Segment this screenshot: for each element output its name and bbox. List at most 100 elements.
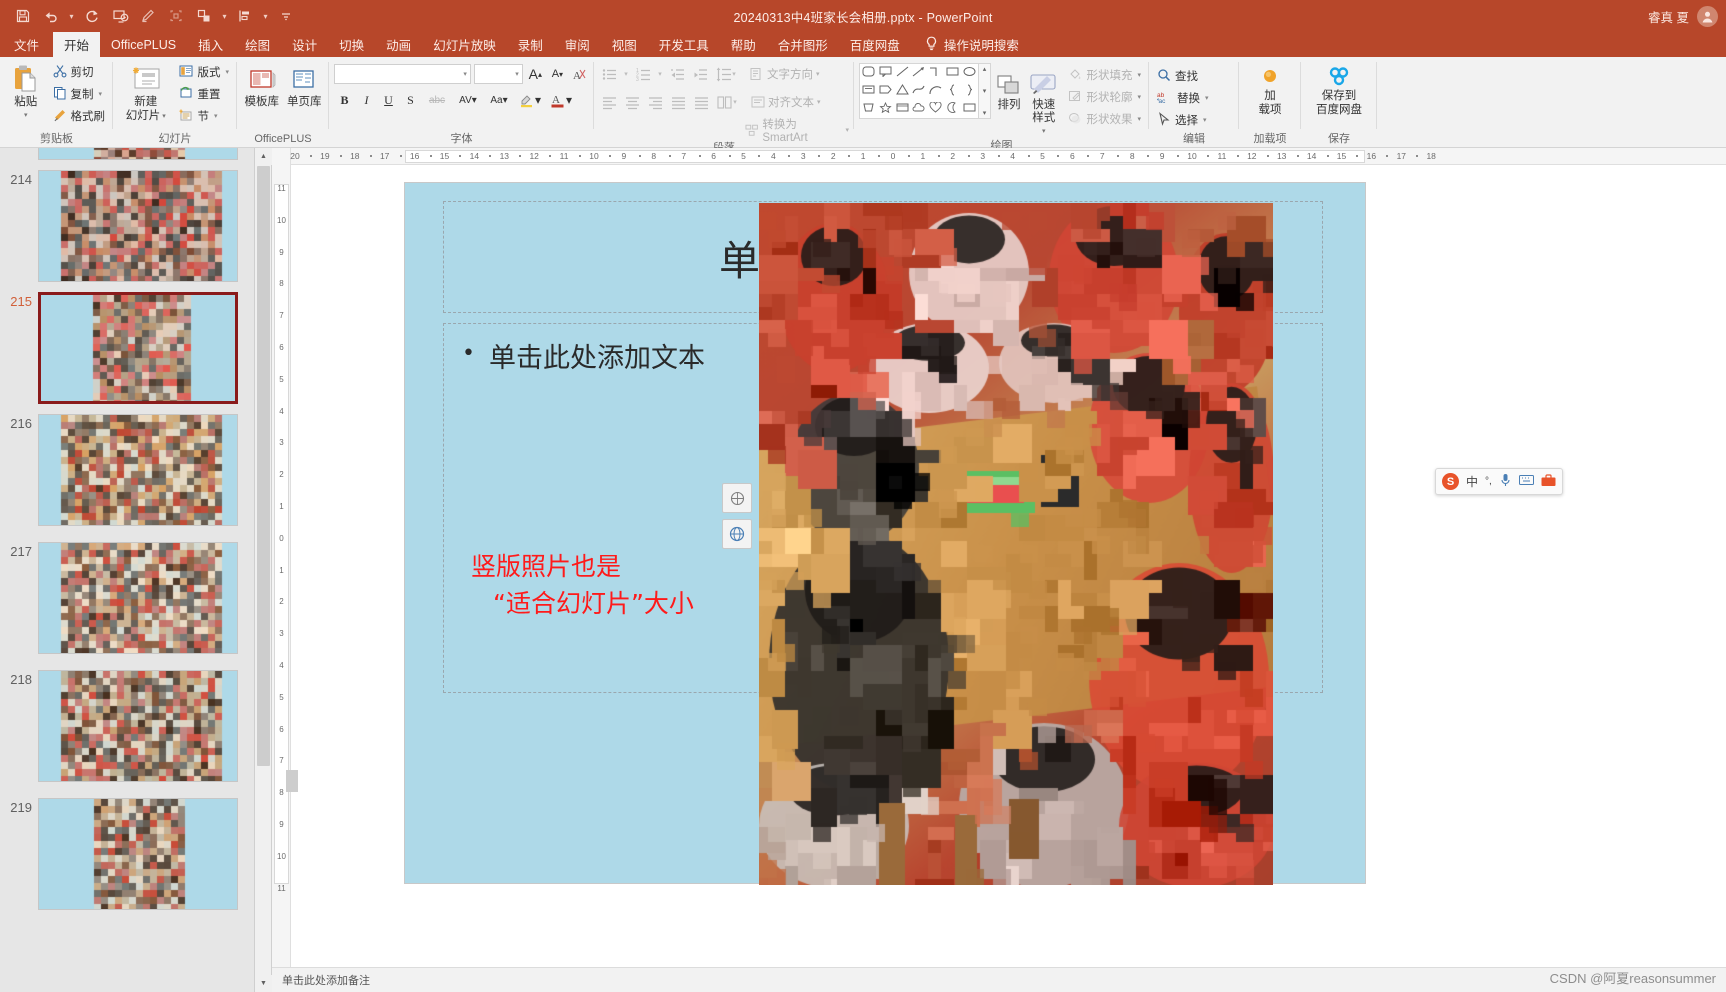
- tab-baidu-netdisk[interactable]: 百度网盘: [839, 32, 911, 57]
- shape-brace-left-icon[interactable]: [948, 84, 957, 99]
- bullets-dropdown-icon[interactable]: ▾: [622, 64, 630, 84]
- shape-brace-right-icon[interactable]: [965, 84, 974, 99]
- ime-mode-label[interactable]: 中: [1466, 473, 1478, 490]
- shapes-gallery-scrollbar[interactable]: ▴ ▾ ▾: [979, 63, 991, 119]
- thumbnail[interactable]: [38, 414, 238, 526]
- underline-button[interactable]: U: [378, 90, 399, 110]
- shape-curve-icon[interactable]: [912, 84, 925, 98]
- font-color-button[interactable]: A ▾: [546, 90, 576, 110]
- thumbnail[interactable]: [38, 670, 238, 782]
- tab-developer[interactable]: 开发工具: [648, 32, 720, 57]
- align-text-group[interactable]: 对齐文本 ▾: [743, 92, 821, 112]
- shape-star-icon[interactable]: [879, 101, 892, 116]
- distribute-button[interactable]: [691, 92, 711, 112]
- thumbnail[interactable]: [38, 542, 238, 654]
- tab-slideshow[interactable]: 幻灯片放映: [422, 32, 507, 57]
- line-spacing-button[interactable]: ▾: [713, 64, 739, 84]
- account-area[interactable]: 睿真 夏: [1648, 0, 1718, 32]
- avatar[interactable]: [1697, 5, 1718, 27]
- shapes-grid[interactable]: [859, 63, 979, 119]
- mic-icon[interactable]: [1499, 473, 1512, 490]
- reset-button[interactable]: 重置: [176, 84, 232, 104]
- sogou-logo-icon[interactable]: S: [1442, 473, 1459, 490]
- ime-toolbar[interactable]: S 中 °,: [1435, 468, 1563, 495]
- tell-me-search[interactable]: 操作说明搜索: [911, 32, 1019, 57]
- align-icon[interactable]: [232, 4, 258, 28]
- quick-styles-dropdown-icon[interactable]: ▾: [1042, 125, 1046, 138]
- align-left-button[interactable]: [599, 92, 619, 112]
- undo-dropdown-icon[interactable]: ▾: [66, 4, 77, 28]
- format-painter-button[interactable]: 格式刷: [50, 106, 109, 126]
- increase-indent-button[interactable]: [690, 64, 710, 84]
- thumbnail-row[interactable]: [0, 148, 254, 160]
- addins-button[interactable]: 加 载项: [1246, 60, 1294, 117]
- convert-to-smartart-group[interactable]: 转换为 SmartArt ▾: [745, 119, 849, 144]
- tab-officeplus[interactable]: OfficePLUS: [100, 32, 187, 57]
- slide-photo[interactable]: [759, 203, 1273, 885]
- page-library-button[interactable]: 单页库: [285, 60, 325, 109]
- thumbnail-panel-scrollbar[interactable]: ▲ ▼: [255, 148, 272, 992]
- thumbnail-row[interactable]: 215: [0, 292, 254, 404]
- shape-textbox-icon[interactable]: [862, 84, 875, 98]
- thumbnail-row[interactable]: 214: [0, 170, 254, 282]
- paste-button[interactable]: 粘贴 ▾: [5, 60, 47, 122]
- slide-thumbnail-panel[interactable]: 214 215 216 217 218 219: [0, 148, 255, 992]
- quick-styles-button[interactable]: 快速样式 ▾: [1027, 63, 1060, 138]
- paste-dropdown-icon[interactable]: ▾: [24, 109, 28, 122]
- thumbnail-row[interactable]: 218: [0, 670, 254, 782]
- ime-punctuation-label[interactable]: °,: [1485, 476, 1492, 487]
- shape-triangle-icon[interactable]: [895, 84, 909, 98]
- arrange-icon[interactable]: [191, 4, 217, 28]
- character-spacing-button[interactable]: AV ▾: [453, 90, 483, 110]
- undo-icon[interactable]: [38, 4, 64, 28]
- tab-merge-shapes[interactable]: 合并图形: [767, 32, 839, 57]
- notes-placeholder[interactable]: 单击此处添加备注: [282, 972, 370, 988]
- thumbnail-row[interactable]: 217: [0, 542, 254, 654]
- shape-line-icon[interactable]: [896, 66, 909, 80]
- arrange-dropdown-icon[interactable]: ▾: [219, 4, 230, 28]
- find-button[interactable]: 查找: [1154, 66, 1212, 86]
- shape-moon-icon[interactable]: [946, 102, 959, 116]
- tab-transitions[interactable]: 切换: [328, 32, 375, 57]
- strikethrough-button[interactable]: abc: [422, 90, 452, 110]
- thumbnail[interactable]: [38, 798, 238, 910]
- text-highlight-button[interactable]: ▾: [515, 90, 545, 110]
- shape-elbow-icon[interactable]: [929, 66, 942, 80]
- layout-dropdown-icon[interactable]: ▾: [225, 68, 229, 76]
- shape-rounded-rect-icon[interactable]: [862, 66, 875, 80]
- font-name-input[interactable]: ▾: [334, 64, 471, 84]
- toolbox-icon[interactable]: [1541, 473, 1556, 490]
- numbering-button[interactable]: 123: [633, 64, 653, 84]
- thumbnail[interactable]: [38, 148, 238, 160]
- numbering-dropdown-icon[interactable]: ▾: [656, 64, 664, 84]
- shape-arrow-icon[interactable]: [912, 66, 925, 80]
- quick-access-toolbar[interactable]: ▾ ▾ ▾: [0, 4, 299, 28]
- save-icon[interactable]: [10, 4, 36, 28]
- shape-cloud-icon[interactable]: [912, 102, 925, 116]
- tab-view[interactable]: 视图: [601, 32, 648, 57]
- shape-flowchart-icon[interactable]: [862, 102, 875, 116]
- copy-dropdown-icon[interactable]: ▾: [99, 90, 103, 98]
- scroll-up-icon[interactable]: ▲: [255, 148, 272, 165]
- floating-action-icons[interactable]: [722, 483, 756, 555]
- save-to-baidu-button[interactable]: 保存到 百度网盘: [1308, 60, 1370, 117]
- shape-oval-icon[interactable]: [963, 66, 976, 80]
- pen-icon[interactable]: [135, 4, 161, 28]
- new-slide-button[interactable]: 新建 幻灯片 ▾: [118, 60, 173, 123]
- chevron-down-icon[interactable]: [273, 4, 299, 28]
- shape-arc-icon[interactable]: [929, 84, 942, 98]
- tab-insert[interactable]: 插入: [187, 32, 234, 57]
- annotation-text[interactable]: 竖版照片也是 “适合幻灯片”大小: [471, 548, 694, 622]
- shape-outline-button[interactable]: 形状轮廓 ▾: [1065, 87, 1144, 107]
- thumbnail-selected[interactable]: [38, 292, 238, 404]
- canvas-horizontal-scroll-handle[interactable]: [286, 770, 298, 792]
- shapes-gallery[interactable]: ▴ ▾ ▾: [859, 63, 991, 119]
- decrease-indent-button[interactable]: [667, 64, 687, 84]
- shape-effects-button[interactable]: 形状效果 ▾: [1065, 109, 1144, 129]
- grow-font-button[interactable]: A ▴: [526, 64, 545, 84]
- cut-button[interactable]: 剪切: [50, 62, 109, 82]
- section-dropdown-icon[interactable]: ▾: [214, 112, 218, 120]
- slide-canvas[interactable]: 单击此处添加标题 • 单击此处添加文本 竖版照片也是 “适合幻灯片”大小: [291, 165, 1726, 967]
- clear-formatting-button[interactable]: A: [570, 64, 589, 84]
- layout-button[interactable]: 版式 ▾: [176, 62, 232, 82]
